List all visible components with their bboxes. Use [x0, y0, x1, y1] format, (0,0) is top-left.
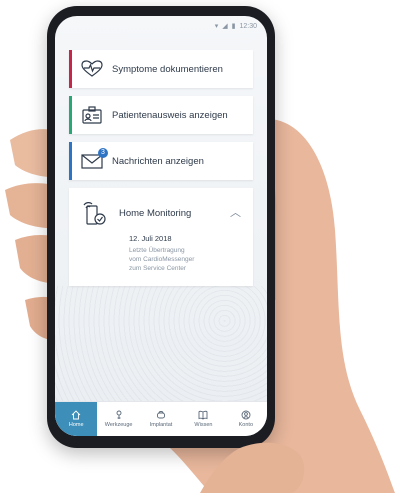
app-screen: ▾ ◢ ▮ 12:30 Symptome dokumentieren Patie… — [55, 16, 267, 436]
nav-item-home[interactable]: Home — [55, 402, 98, 436]
nav-label-knowledge: Wissen — [194, 422, 213, 428]
tools-icon — [116, 410, 122, 419]
status-time: 12:30 — [239, 22, 257, 30]
patient-id-card[interactable]: Patientenausweis anzeigen — [69, 96, 253, 134]
patient-id-label: Patientenausweis anzeigen — [112, 109, 228, 121]
symptoms-card[interactable]: Symptome dokumentieren — [69, 50, 253, 88]
nav-item-tools[interactable]: Werkzeuge — [97, 402, 139, 436]
nav-label-home: Home — [68, 422, 84, 428]
monitoring-line-2: vom CardioMessenger — [129, 256, 195, 263]
monitoring-line-3: zum Service Center — [129, 265, 187, 272]
id-card-icon — [72, 106, 112, 124]
signal-icon: ◢ — [222, 23, 228, 30]
wifi-icon: ▾ — [214, 23, 219, 30]
messages-label: Nachrichten anzeigen — [112, 155, 204, 167]
nav-item-account[interactable]: Konto — [225, 402, 267, 436]
account-icon — [241, 410, 251, 420]
implant-icon — [157, 411, 165, 419]
book-icon — [198, 410, 208, 420]
bottom-nav: Home Werkzeuge Implantat Wissen Konto — [55, 401, 267, 436]
battery-icon: ▮ — [231, 23, 236, 30]
monitoring-line-1: Letzte Übertragung — [129, 247, 185, 254]
monitoring-title: Home Monitoring — [119, 208, 192, 219]
background-pattern — [55, 286, 267, 402]
phone-frame: ▾ ◢ ▮ 12:30 Symptome dokumentieren Patie… — [47, 6, 275, 448]
nav-label-account: Konto — [238, 422, 254, 428]
nav-item-implant[interactable]: Implantat — [140, 402, 182, 436]
messages-badge: 3 — [98, 148, 108, 158]
home-icon — [71, 410, 81, 420]
monitoring-date: 12. Juli 2018 — [129, 234, 172, 243]
monitoring-device-icon — [81, 200, 109, 233]
status-bar: ▾ ◢ ▮ 12:30 — [55, 16, 267, 36]
heart-pulse-icon — [72, 60, 112, 78]
action-cards: Symptome dokumentieren Patientenausweis … — [55, 36, 267, 180]
nav-label-tools: Werkzeuge — [104, 422, 133, 428]
messages-card[interactable]: 3 Nachrichten anzeigen — [69, 142, 253, 180]
home-monitoring-panel[interactable]: Home Monitoring ︿ 12. Juli 2018 Letzte Ü… — [69, 188, 253, 286]
chevron-up-icon[interactable]: ︿ — [230, 204, 241, 220]
symptoms-label: Symptome dokumentieren — [112, 63, 223, 75]
nav-item-knowledge[interactable]: Wissen — [182, 402, 224, 436]
nav-label-implant: Implantat — [149, 422, 173, 428]
